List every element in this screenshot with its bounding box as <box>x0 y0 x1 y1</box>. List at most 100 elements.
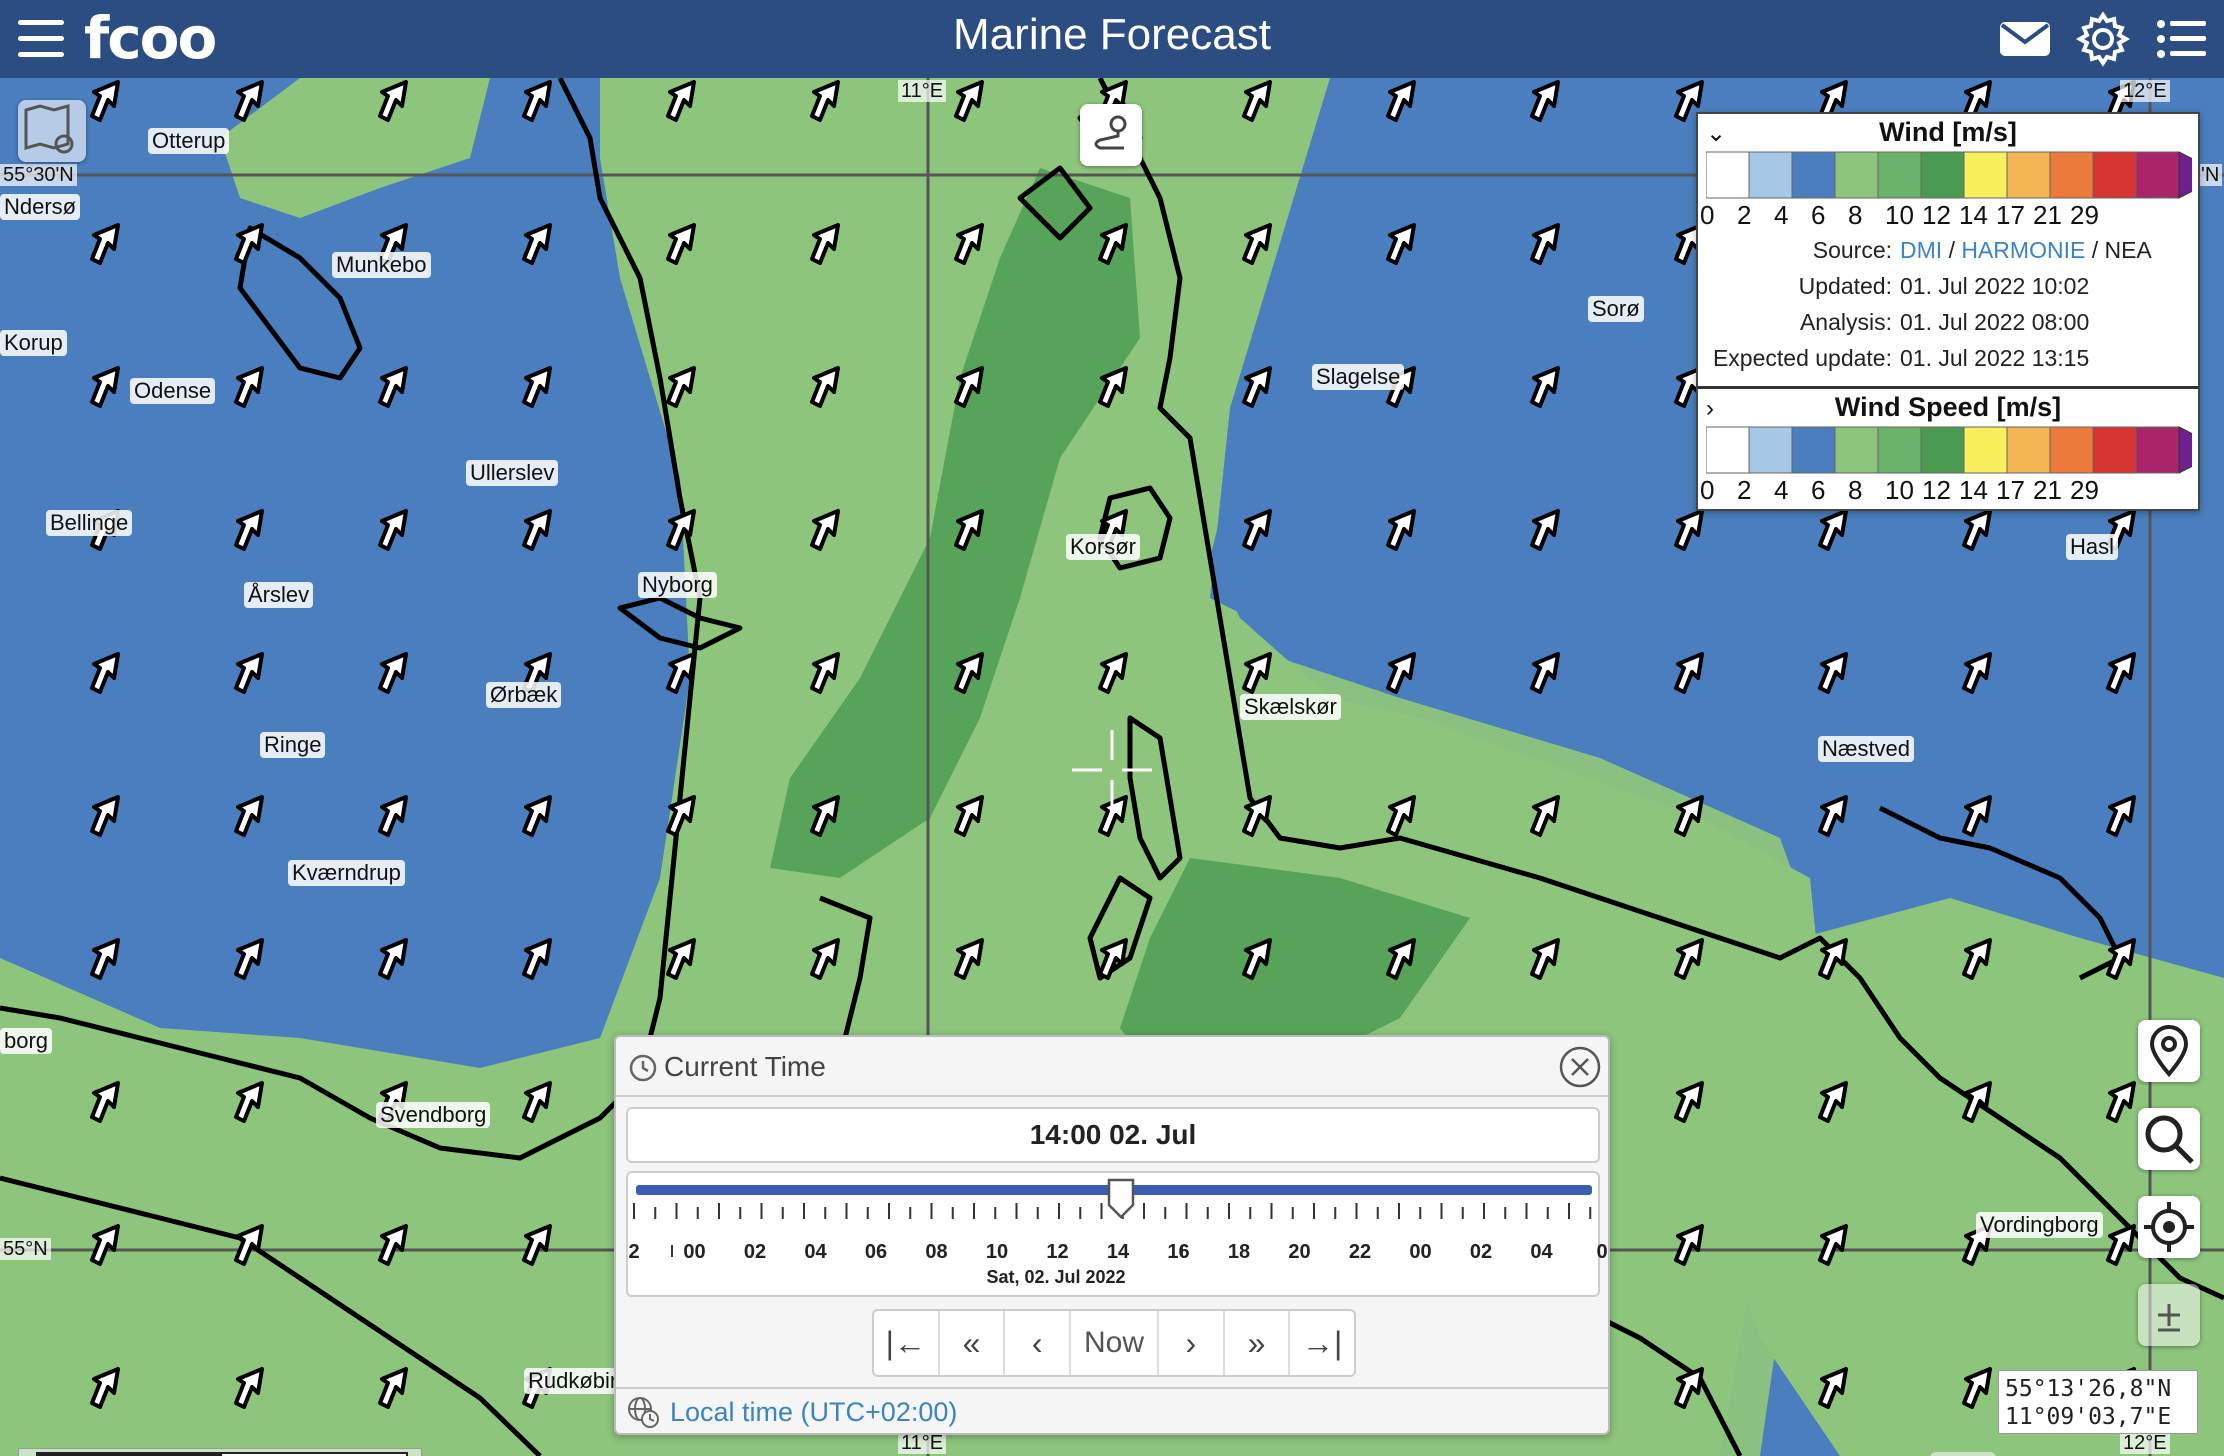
last-button[interactable]: →| <box>1290 1311 1354 1375</box>
colorbar-cell <box>1834 426 1879 474</box>
colorbar-cell <box>1877 426 1922 474</box>
time-hour-label: 16 <box>1167 1241 1190 1263</box>
colorbar-cell <box>1963 426 2008 474</box>
updated-label: Updated: <box>1798 273 1892 299</box>
source-separator: / <box>1948 237 1955 263</box>
time-zone-label: Local time (UTC+02:00) <box>670 1397 958 1427</box>
place-label: Skælskør <box>1240 694 1341 720</box>
slider-handle[interactable] <box>1106 1177 1136 1219</box>
place-label: Slagelse <box>1312 364 1405 390</box>
zoom-button[interactable] <box>2138 1284 2200 1346</box>
first-button[interactable]: |← <box>874 1311 940 1375</box>
place-label: Sorø <box>1588 296 1644 322</box>
list-icon[interactable] <box>2152 10 2210 68</box>
legend-wind-speed-header[interactable]: › Wind Speed [m/s] <box>1698 389 2198 425</box>
lon-label: 11°E <box>898 80 947 102</box>
current-time-display: 14:00 02. Jul <box>626 1107 1600 1163</box>
time-hour-label: 00 <box>1409 1241 1432 1263</box>
source-tail: NEA <box>2104 237 2152 263</box>
time-hour-label: 14 <box>1106 1241 1130 1263</box>
time-slider[interactable]: 2 00 02 04 06 08 10 12 14 16 18 20 22 00 02 04 0 Sat, 02… <box>626 1171 1608 1297</box>
time-hour-label: 04 <box>1530 1241 1553 1263</box>
legend-wind-colorbar <box>1705 150 2224 200</box>
lat-label: 55°N <box>0 1238 51 1260</box>
coord-lon: 11°09'03,7"E <box>2005 1404 2172 1430</box>
colorbar-cell <box>1791 426 1836 474</box>
time-panel-title: Current Time <box>664 1051 826 1082</box>
search-button[interactable] <box>2138 1108 2200 1170</box>
page-title: Marine Forecast <box>953 10 1271 59</box>
lat-label: 55°30'N <box>0 164 77 186</box>
colorbar-arrow <box>2178 426 2224 474</box>
colorbar-cell <box>2135 426 2180 474</box>
updated-value: 01. Jul 2022 10:02 <box>1900 273 2090 299</box>
plus-minus-icon <box>2158 1304 2180 1332</box>
marker-button[interactable] <box>2138 1020 2200 1082</box>
legend-wind-speed-title: Wind Speed [m/s] <box>1834 392 2062 422</box>
colorbar-cell <box>1834 151 1879 199</box>
forward-button[interactable]: › <box>1159 1311 1225 1375</box>
coordinate-readout: 55°13'26,8"N 11°09'03,7"E <box>1998 1370 2198 1434</box>
now-button[interactable]: Now <box>1071 1311 1159 1375</box>
place-label: Odense <box>130 378 216 404</box>
gear-icon[interactable] <box>2074 10 2132 68</box>
time-hour-label: 04 <box>804 1241 827 1263</box>
coord-lat: 55°13'26,8"N <box>2005 1376 2172 1402</box>
colorbar-cell <box>1920 426 1965 474</box>
legend-wind-speed-ticks: 0 2 4 6 8 10 12 14 17 21 29 <box>1700 475 2190 505</box>
colorbar-arrow <box>2178 151 2224 199</box>
map-layers-button[interactable] <box>18 100 86 162</box>
time-hour-label: 0 <box>1596 1241 1608 1263</box>
time-panel-header: Current Time <box>616 1037 1608 1097</box>
colorbar-cell <box>1963 151 2008 199</box>
place-label: Vordingborg <box>1976 1212 2103 1238</box>
legend-wind-header[interactable]: ⌄ Wind [m/s] <box>1698 114 2198 150</box>
place-label: borg <box>0 1028 53 1054</box>
legend-panel: ⌄ Wind [m/s] 0 2 4 6 8 10 12 14 17 21 29 Source: D… <box>1696 112 2224 511</box>
time-hour-label: 2 <box>628 1241 640 1263</box>
colorbar-cell <box>1877 151 1922 199</box>
place-label: Munkebo <box>332 252 431 278</box>
crosshair-icon <box>2144 1202 2194 1252</box>
legend-wind-speed: › Wind Speed [m/s] 0 2 4 6 8 10 12 14 17 21 29 <box>1698 389 2224 509</box>
time-hour-label: 02 <box>743 1241 767 1263</box>
analysis-value: 01. Jul 2022 08:00 <box>1900 309 2090 335</box>
lon-label: 12°E <box>2120 80 2170 102</box>
time-hour-label: 10 <box>985 1241 1009 1263</box>
fast-forward-button[interactable]: » <box>1225 1311 1291 1375</box>
source-link-harmonie[interactable]: HARMONIE <box>1961 237 2085 263</box>
time-nav: |← « ‹ Now › » →| <box>872 1309 1356 1377</box>
colorbar-cell <box>1705 426 1750 474</box>
time-zone-footer[interactable]: Local time (UTC+02:00) <box>616 1387 1608 1433</box>
map-settings-icon <box>24 104 74 154</box>
time-date-label: Sat, 02. Jul 2022 <box>986 1267 1126 1287</box>
back-button[interactable]: ‹ <box>1005 1311 1072 1375</box>
chevron-right-icon[interactable]: › <box>1706 391 1714 427</box>
place-label: Ørbæk <box>486 682 562 708</box>
lon-label: 12°E <box>2120 1432 2170 1454</box>
source-link-dmi[interactable]: DMI <box>1900 237 1942 263</box>
locate-button[interactable] <box>2138 1196 2200 1258</box>
expected-label: Expected update: <box>1712 345 1892 371</box>
legend-wind-info: Source: DMI / HARMONIE / NEA Updated: 01.… <box>1698 230 2198 382</box>
time-hour-label: 06 <box>864 1241 888 1263</box>
map-scale: 0 5 10nm <box>18 1448 422 1456</box>
mail-icon[interactable] <box>1996 10 2054 68</box>
time-hour-label: 18 <box>1227 1241 1251 1263</box>
map-pin-icon <box>2149 1025 2189 1078</box>
place-label: Årslev <box>244 582 314 608</box>
colorbar-cell <box>2092 426 2137 474</box>
place-label: Nyborg <box>638 572 717 598</box>
route-button[interactable] <box>1080 104 1142 166</box>
colorbar-cell <box>1920 151 1965 199</box>
coords-toggle-button[interactable] <box>1930 1452 1996 1456</box>
legend-tick-label: 29 <box>2070 475 2099 505</box>
close-icon[interactable] <box>1558 1045 1602 1089</box>
colorbar-cell <box>1748 426 1793 474</box>
fast-back-button[interactable]: « <box>940 1311 1006 1375</box>
time-panel: Current Time 14:00 02. Jul 2 00 02 04 06 08 10… <box>614 1035 1610 1435</box>
analysis-label: Analysis: <box>1799 309 1892 335</box>
menu-icon[interactable] <box>14 12 68 66</box>
chevron-down-icon[interactable]: ⌄ <box>1706 116 1726 152</box>
lon-label: 11°E <box>898 1432 947 1454</box>
